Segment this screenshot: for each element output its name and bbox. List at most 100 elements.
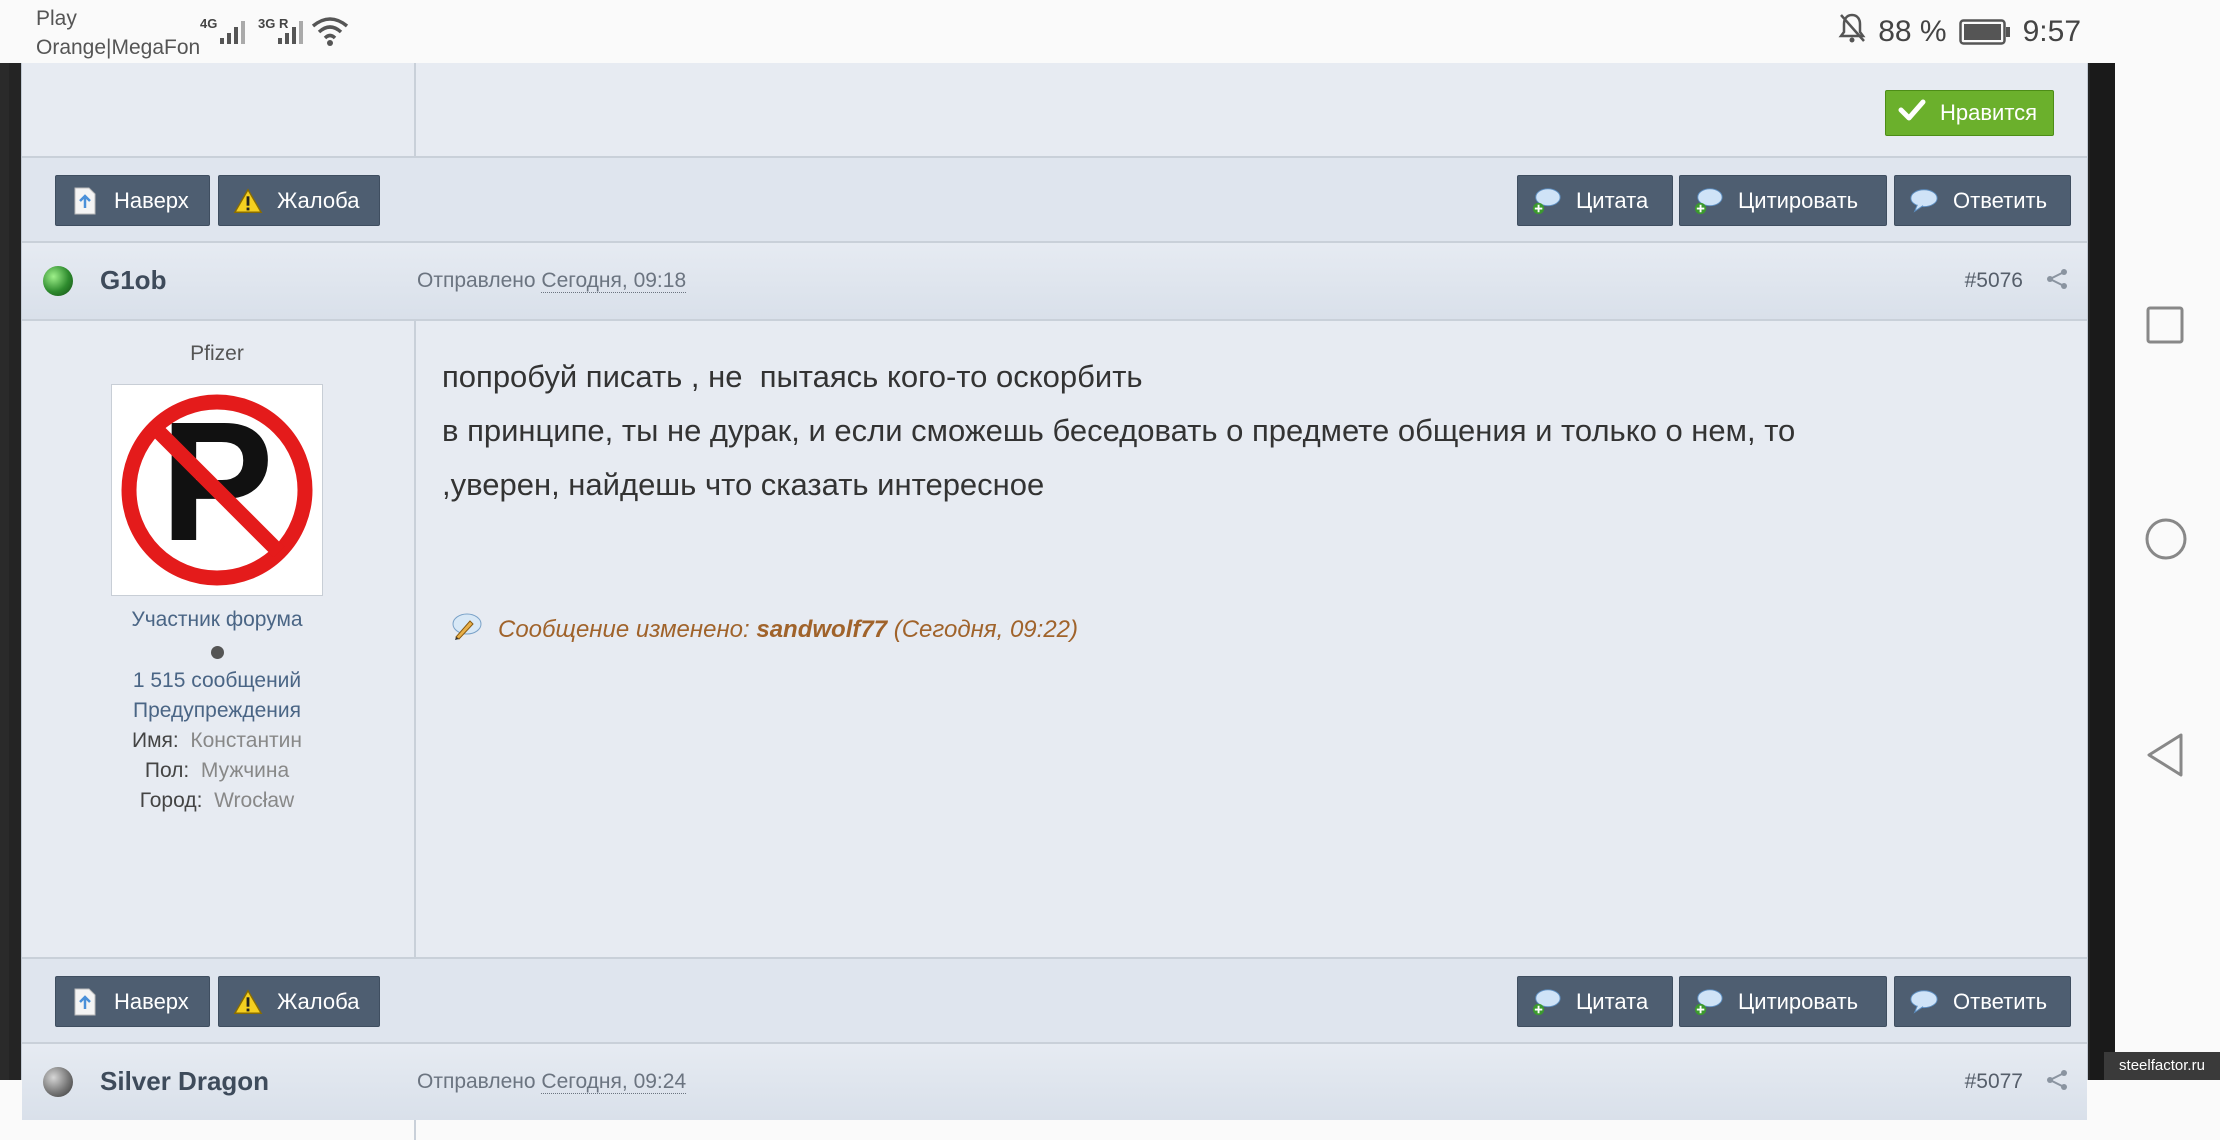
name-value: Константин — [190, 729, 303, 752]
report-button[interactable]: Жалоба — [218, 976, 380, 1027]
like-label: Нравится — [1940, 100, 2038, 125]
post-divider — [414, 63, 416, 156]
watermark: steelfactor.ru — [2104, 1052, 2220, 1080]
android-nav-bar — [2115, 0, 2220, 1080]
edited-time: (Сегодня, 09:22) — [893, 615, 1078, 643]
carrier-line1: Play — [36, 7, 77, 30]
post-sent-info: Отправлено Сегодня, 09:18 — [417, 269, 687, 293]
user-avatar[interactable]: P — [111, 384, 323, 596]
back-button[interactable] — [2143, 730, 2187, 785]
quote-plus-icon — [1532, 186, 1562, 216]
edited-prefix: Сообщение изменено: — [498, 615, 750, 643]
post-actions-bar: Наверх Жалоба Цитата Цитировать Ответить — [22, 158, 2087, 241]
no-parking-icon: P — [121, 390, 313, 586]
report-label: Жалоба — [277, 187, 360, 213]
warnings-link[interactable]: Предупреждения — [22, 699, 412, 723]
speech-bubble-icon — [1909, 186, 1939, 216]
cite-plus-icon — [1694, 186, 1724, 216]
recents-button[interactable] — [2143, 303, 2187, 352]
signal-3g-icon: 3G R — [258, 16, 308, 46]
page-up-icon — [70, 186, 100, 216]
carrier-line2: Orange|MegaFon — [36, 36, 201, 59]
reply-button[interactable]: Ответить — [1894, 175, 2071, 226]
city-value: Wrocław — [214, 789, 295, 812]
post-author[interactable]: G1ob — [100, 265, 166, 296]
quote-plus-icon — [1532, 987, 1562, 1017]
edited-by[interactable]: sandwolf77 — [756, 616, 887, 643]
gender-value: Мужчина — [200, 759, 290, 782]
user-title: Pfizer — [190, 342, 244, 365]
post-text-line: в принципе, ты не дурак, и если сможешь … — [442, 413, 1796, 448]
quote-label: Цитата — [1576, 187, 1649, 213]
cite-label: Цитировать — [1738, 988, 1859, 1014]
share-icon[interactable] — [2045, 1068, 2069, 1097]
quote-label: Цитата — [1576, 988, 1649, 1014]
carrier-info: Play Orange|MegaFon — [36, 4, 200, 62]
post-divider — [414, 321, 416, 957]
battery-icon — [1958, 19, 2011, 45]
post-number[interactable]: #5077 — [1965, 1070, 2023, 1094]
warning-icon — [233, 987, 263, 1017]
battery-percent: 88 % — [1878, 15, 1947, 48]
cite-button[interactable]: Цитировать — [1679, 175, 1887, 226]
warning-icon — [233, 186, 263, 216]
back-to-top-button[interactable]: Наверх — [55, 175, 210, 226]
status-bar: Play Orange|MegaFon 4G 3G R 88 % 9:57 — [0, 0, 2115, 63]
reply-label: Ответить — [1953, 988, 2048, 1014]
sent-date: Сегодня, 09:24 — [541, 1070, 687, 1094]
browser-page: Нравится Наверх Жалоба Цитата Цитировать… — [0, 63, 2115, 1140]
like-button[interactable]: Нравится — [1885, 90, 2054, 136]
reply-label: Ответить — [1953, 187, 2048, 213]
post-content: попробуй писать , не пытаясь кого-то оск… — [442, 350, 2062, 512]
signal-4g-icon: 4G — [200, 16, 250, 46]
gender-label: Пол: — [144, 759, 190, 782]
back-to-top-label: Наверх — [114, 187, 189, 213]
post-header: G1ob Отправлено Сегодня, 09:18 #5076 — [22, 243, 2087, 319]
report-label: Жалоба — [277, 988, 360, 1014]
online-status-icon — [43, 266, 73, 296]
post-sent-info: Отправлено Сегодня, 09:24 — [417, 1070, 687, 1094]
edit-pencil-icon — [450, 611, 484, 648]
home-button[interactable] — [2143, 516, 2189, 567]
page-edge — [2090, 63, 2115, 1080]
sent-date: Сегодня, 09:18 — [541, 269, 687, 293]
offline-status-icon — [43, 1067, 73, 1097]
rank-pip — [210, 646, 224, 659]
sent-label: Отправлено — [417, 269, 536, 292]
share-icon[interactable] — [2045, 267, 2069, 296]
user-city-row: Город: Wrocław — [22, 789, 412, 813]
forum-content: Нравится Наверх Жалоба Цитата Цитировать… — [21, 63, 2088, 1140]
mute-icon — [1838, 12, 1866, 52]
cite-plus-icon — [1694, 987, 1724, 1017]
quote-button[interactable]: Цитата — [1517, 976, 1673, 1027]
post-number[interactable]: #5076 — [1965, 269, 2023, 293]
wifi-icon — [310, 14, 350, 53]
quote-button[interactable]: Цитата — [1517, 175, 1673, 226]
user-gender-row: Пол: Мужчина — [22, 759, 412, 783]
post-divider — [414, 1120, 416, 1140]
post-text-line: ,уверен, найдешь что сказать интересное — [442, 467, 1045, 502]
user-name-row: Имя: Константин — [22, 729, 412, 753]
checkmark-icon — [1898, 98, 1926, 128]
sent-label: Отправлено — [417, 1070, 536, 1093]
user-rank: Участник форума — [131, 608, 303, 631]
user-post-count[interactable]: 1 515 сообщений — [22, 669, 412, 693]
cite-button[interactable]: Цитировать — [1679, 976, 1887, 1027]
post-header: Silver Dragon Отправлено Сегодня, 09:24 … — [22, 1044, 2087, 1120]
reply-button[interactable]: Ответить — [1894, 976, 2071, 1027]
report-button[interactable]: Жалоба — [218, 175, 380, 226]
name-label: Имя: — [131, 729, 179, 752]
city-label: Город: — [139, 789, 203, 812]
post-text-line: попробуй писать , не пытаясь кого-то оск… — [442, 359, 1143, 394]
user-info-panel: Pfizer P Участник форума 1 515 сообщений… — [22, 342, 412, 813]
post-author[interactable]: Silver Dragon — [100, 1066, 269, 1097]
cite-label: Цитировать — [1738, 187, 1859, 213]
edit-notice: Сообщение изменено: sandwolf77 (Сегодня,… — [450, 611, 1078, 648]
separator — [22, 319, 2087, 321]
page-up-icon — [70, 987, 100, 1017]
back-to-top-button[interactable]: Наверх — [55, 976, 210, 1027]
status-right: 88 % 9:57 — [1838, 8, 2115, 56]
speech-bubble-icon — [1909, 987, 1939, 1017]
clock: 9:57 — [2022, 15, 2081, 48]
post-actions-bar: Наверх Жалоба Цитата Цитировать Ответить — [22, 959, 2087, 1042]
